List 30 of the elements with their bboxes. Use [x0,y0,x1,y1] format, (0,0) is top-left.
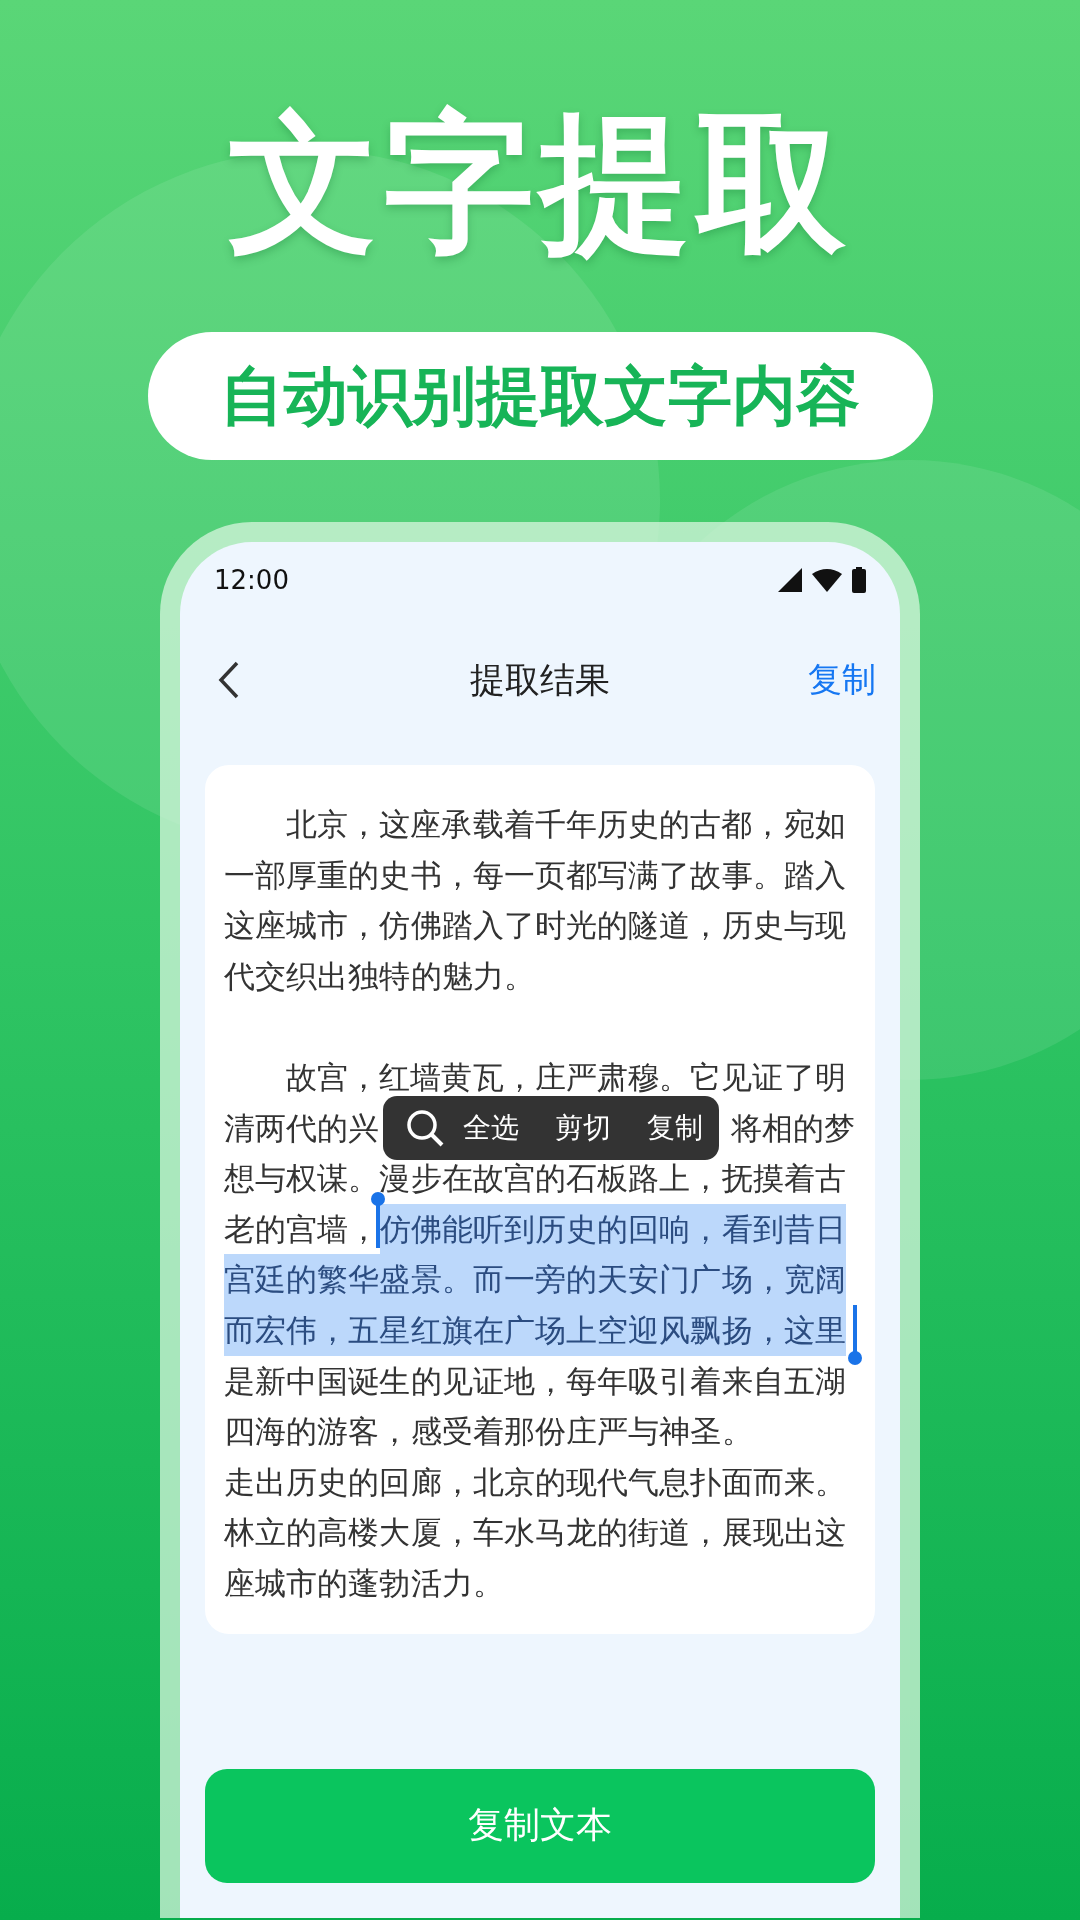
text-line: 北京，这座承载着千年历史的古都，宛如 [285,809,846,840]
battery-icon [852,567,866,593]
text-line: 是新中国诞生的见证地，每年吸引着来自五湖 [224,1365,846,1397]
text-line: 清两代的兴 [224,1112,380,1144]
search-icon [405,1108,445,1148]
selected-text: 宫廷的繁华盛景。而一旁的天安门广场，宽阔 [224,1254,846,1306]
text-line: 故宫，红墙黄瓦，庄严肃穆。它见证了明 [285,1061,846,1093]
text-line: 代交织出独特的魅力。 [224,960,535,992]
signal-icon [778,568,802,592]
text-line: 四海的游客，感受着那份庄严与神圣。 [224,1416,753,1448]
search-button[interactable] [405,1108,445,1148]
text-line: 这座城市，仿佛踏入了时光的隧道，历史与现 [224,910,846,942]
page-title: 提取结果 [470,658,610,702]
menu-item[interactable]: 剪切 [537,1109,629,1147]
subtitle-banner: 自动识别提取文字内容 [147,332,933,460]
back-button[interactable] [218,661,240,699]
menu-item[interactable]: 复制 [629,1109,721,1147]
text-line: 林立的高楼大厦，车水马龙的街道，展现出这 [224,1517,846,1549]
selection-end-handle[interactable] [848,1304,862,1365]
text-line: 老的宫墙， [224,1213,380,1245]
copy-link[interactable]: 复制 [808,657,876,703]
text-line: 走出历史的回廊，北京的现代气息扑面而来。 [224,1466,846,1498]
text-line: 想与权谋。漫步在故宫的石板路上，抚摸着古 [224,1163,846,1195]
text-line: 座城市的蓬勃活力。 [224,1567,504,1599]
text-line: 一部厚重的史书，每一页都写满了故事。踏入 [224,859,846,891]
menu-item[interactable]: 全选 [445,1109,537,1147]
wifi-icon [812,568,842,592]
status-time: 12:00 [214,565,289,595]
text-line: 将相的梦 [730,1112,855,1144]
back-icon [218,661,240,699]
